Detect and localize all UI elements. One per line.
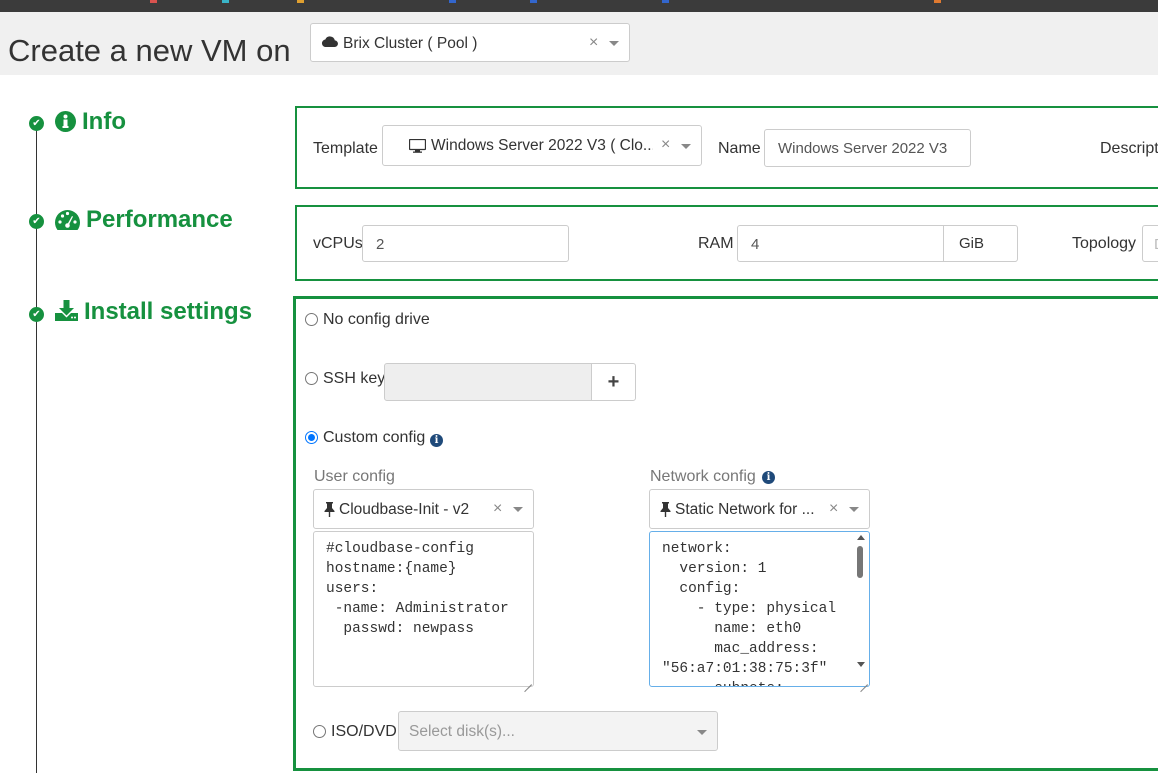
chevron-down-icon[interactable] (513, 507, 523, 512)
template-select[interactable]: Windows Server 2022 V3 ( Clo... × (382, 125, 702, 166)
bookmark-icon[interactable] (662, 0, 669, 3)
ssh-key-input[interactable] (384, 363, 592, 401)
user-config-select[interactable]: Cloudbase-Init - v2 × (313, 489, 534, 529)
no-config-radio[interactable] (305, 313, 318, 326)
name-label: Name (718, 140, 761, 157)
scroll-up-icon[interactable] (857, 535, 865, 540)
vcpus-input[interactable]: 2 (362, 225, 569, 262)
pin-icon (324, 502, 335, 522)
name-input[interactable]: Windows Server 2022 V3 (764, 129, 971, 167)
scroll-down-icon[interactable] (857, 662, 865, 667)
cloud-icon (321, 35, 338, 53)
step-info-title[interactable]: Info (82, 108, 126, 136)
step-performance-title[interactable]: Performance (86, 206, 233, 234)
browser-bookmarks-bar (0, 0, 1158, 12)
iso-dvd-radio[interactable] (313, 725, 326, 738)
user-config-clear-icon[interactable]: × (493, 500, 502, 518)
bookmark-icon[interactable] (449, 0, 456, 3)
network-config-select[interactable]: Static Network for ... × (649, 489, 870, 529)
network-config-label: Network config (650, 468, 756, 485)
user-config-select-value: Cloudbase-Init - v2 (339, 501, 470, 518)
ram-unit-label: GiB (959, 235, 985, 252)
user-config-label: User config (314, 468, 395, 485)
pool-clear-icon[interactable]: × (589, 34, 598, 52)
template-clear-icon[interactable]: × (661, 136, 670, 154)
chevron-down-icon[interactable] (697, 730, 707, 735)
topology-label: Topology (1072, 235, 1137, 252)
bookmark-icon[interactable] (150, 0, 157, 3)
ram-unit-dropdown[interactable]: GiB (943, 225, 1018, 262)
step-install-title[interactable]: Install settings (84, 298, 252, 326)
topology-select[interactable]: D (1142, 225, 1158, 262)
custom-config-label: Custom config (323, 429, 426, 446)
template-select-value: Windows Server 2022 V3 ( Clo... (431, 137, 653, 154)
network-config-select-value: Static Network for ... (675, 501, 815, 518)
info-icon[interactable]: i (762, 471, 775, 484)
chevron-down-icon[interactable] (849, 507, 859, 512)
ssh-key-radio[interactable] (305, 372, 318, 385)
info-icon[interactable]: i (430, 434, 443, 447)
iso-dvd-label: ISO/DVD (331, 723, 397, 740)
pool-select[interactable]: Brix Cluster ( Pool ) × (310, 23, 630, 62)
resize-handle-icon[interactable] (860, 677, 868, 685)
bookmark-icon[interactable] (297, 0, 304, 3)
chevron-down-icon[interactable] (609, 41, 619, 46)
iso-disk-placeholder: Select disk(s)... (409, 723, 515, 740)
bookmark-icon[interactable] (934, 0, 941, 3)
check-icon: ✔ (29, 307, 44, 322)
dashboard-icon (55, 210, 81, 235)
check-icon: ✔ (29, 116, 44, 131)
network-config-clear-icon[interactable]: × (829, 500, 838, 518)
scrollbar-thumb[interactable] (857, 546, 863, 578)
ssh-key-label: SSH key (323, 370, 386, 387)
page-title: Create a new VM on (8, 33, 291, 68)
pin-icon (660, 502, 671, 522)
pool-select-value: Brix Cluster ( Pool ) (343, 35, 478, 52)
user-config-textarea[interactable]: #cloudbase-config hostname:{name} users:… (313, 531, 534, 687)
custom-config-radio[interactable] (305, 431, 318, 444)
scrollbar[interactable] (856, 533, 866, 675)
vcpus-label: vCPUs (313, 235, 363, 252)
network-config-textarea[interactable]: network: version: 1 config: - type: phys… (649, 531, 870, 687)
bookmark-icon[interactable] (530, 0, 537, 3)
chevron-down-icon[interactable] (681, 144, 691, 149)
ram-input[interactable]: 4 (737, 225, 944, 262)
bookmark-icon[interactable] (222, 0, 229, 3)
template-label: Template (313, 140, 378, 157)
description-label: Descript (1100, 140, 1158, 157)
download-icon (55, 300, 78, 326)
info-circle-icon (55, 111, 76, 137)
check-icon: ✔ (29, 214, 44, 229)
add-ssh-key-button[interactable]: + (591, 363, 636, 401)
iso-disk-select[interactable]: Select disk(s)... (398, 711, 718, 751)
monitor-icon (408, 138, 427, 158)
no-config-label: No config drive (323, 311, 430, 328)
resize-handle-icon[interactable] (524, 677, 532, 685)
ram-label: RAM (698, 235, 734, 252)
